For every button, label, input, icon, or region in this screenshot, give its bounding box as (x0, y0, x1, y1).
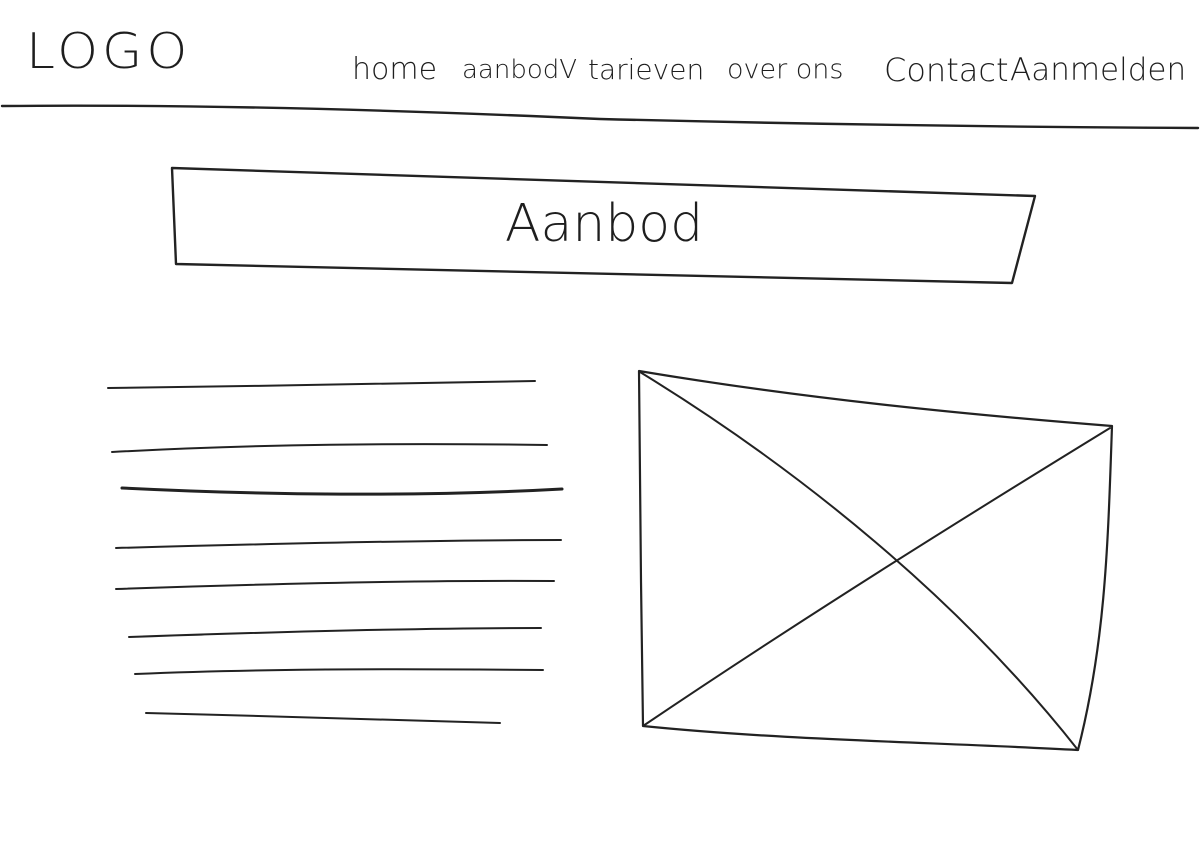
text-line (115, 579, 555, 590)
image-placeholder-frame (637, 369, 1114, 752)
wireframe-sketch (0, 104, 1200, 752)
nav-item-aanbod[interactable]: aanbodV (462, 48, 577, 92)
nav-item-over-ons[interactable]: over ons (727, 48, 844, 92)
image-placeholder-diagonal (642, 427, 1111, 727)
nav-item-contact[interactable]: Contact (884, 48, 1009, 92)
image-placeholder-diagonal (639, 371, 1079, 751)
image-placeholder (637, 369, 1114, 752)
header-divider (0, 104, 1200, 130)
text-line (107, 380, 536, 389)
text-line (120, 486, 564, 496)
nav-item-aanmelden[interactable]: Aanmelden (1010, 48, 1186, 92)
nav-item-tarieven[interactable]: tarieven (588, 48, 704, 92)
text-lines-block (107, 380, 564, 724)
logo[interactable]: LOGO (26, 27, 191, 76)
text-line (145, 712, 501, 724)
text-line (115, 539, 562, 549)
text-line (128, 627, 542, 638)
nav-item-home[interactable]: home (352, 48, 437, 92)
text-line (134, 668, 544, 675)
text-line (111, 443, 548, 453)
page-title: Aanbod (504, 194, 704, 254)
